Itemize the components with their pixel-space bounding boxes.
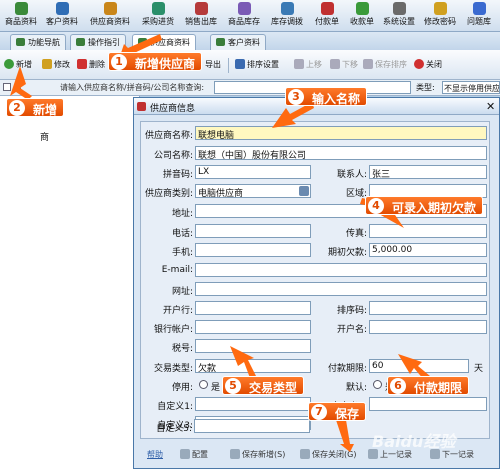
annotation-6: 6 付款期限 xyxy=(387,376,470,395)
arrow-5 xyxy=(230,346,256,378)
annotation-7: 7 保存 xyxy=(308,402,367,421)
annotation-2: 2 新增 xyxy=(6,98,65,117)
annotation-arrows xyxy=(10,34,430,452)
watermark: Baidu经验 xyxy=(372,432,456,451)
annotation-4: 4 可录入期初欠款 xyxy=(365,196,484,215)
annotation-1: 1 新增供应商 xyxy=(108,52,203,71)
annotation-5: 5 交易类型 xyxy=(222,376,305,395)
arrow-2 xyxy=(10,66,32,100)
arrow-7 xyxy=(336,420,354,452)
annotation-3: 3 输入名称 xyxy=(285,87,368,106)
